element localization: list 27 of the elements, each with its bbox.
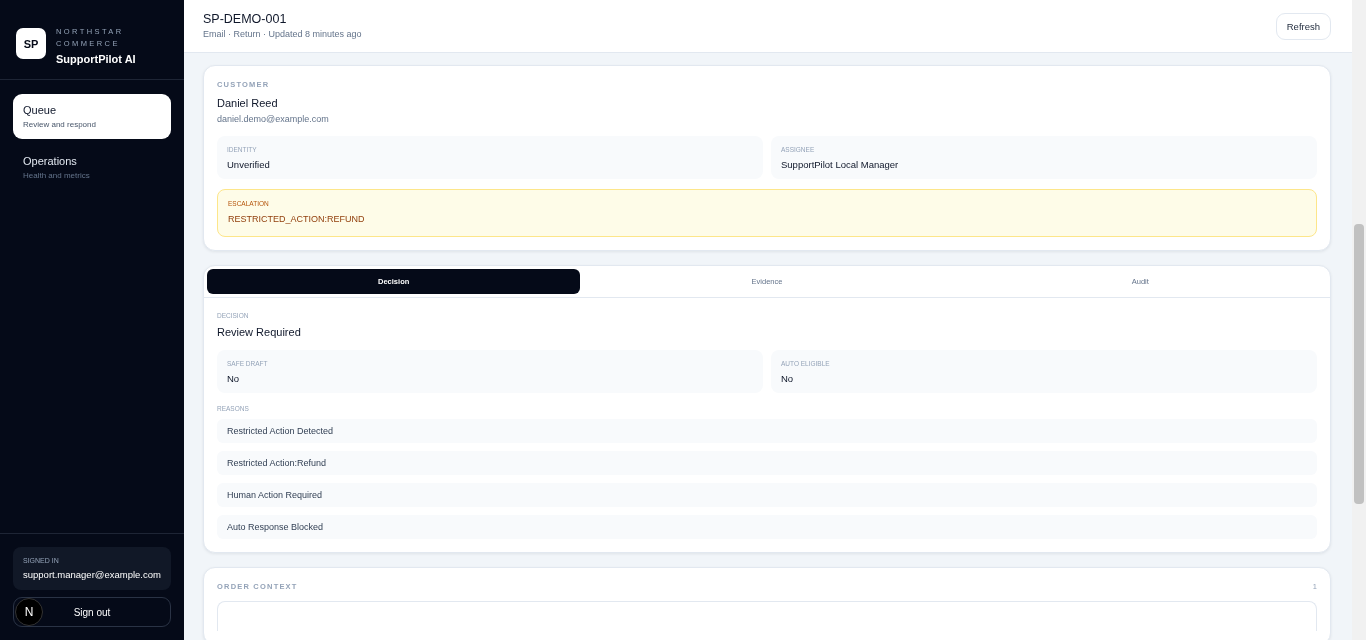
field-value: No <box>227 373 241 384</box>
nav-subtitle: Review and respond <box>23 120 97 129</box>
nav-item[interactable]: Queue Review and respond <box>13 94 171 139</box>
ticket-subtitle: Email · Return · Updated 8 minutes ago <box>203 29 362 39</box>
nav-title: Operations <box>23 155 78 167</box>
reason-item: Auto Response Blocked <box>217 515 1317 539</box>
reason-item: Restricted Action:Refund <box>217 451 1317 475</box>
field-value: SupportPilot Local Manager <box>781 159 900 170</box>
nav-item[interactable]: Operations Health and metrics <box>13 145 171 190</box>
escalation-value: RESTRICTED_ACTION:REFUND <box>228 214 366 224</box>
refresh-button[interactable]: Refresh <box>1275 13 1331 40</box>
nav-subtitle: Health and metrics <box>23 171 91 180</box>
field-value: Unverified <box>227 159 271 170</box>
reason-item: Human Action Required <box>217 483 1317 507</box>
customer-name: Daniel Reed <box>217 97 279 109</box>
customer-email: daniel.demo@example.com <box>217 114 330 124</box>
user-email: support.manager@example.com <box>23 569 161 580</box>
scrollbar[interactable] <box>1352 0 1366 640</box>
decision-value: Review Required <box>217 326 302 338</box>
reason-item: Restricted Action Detected <box>217 419 1317 443</box>
brand-logo: SP <box>16 28 46 59</box>
user-avatar: N <box>15 598 43 626</box>
product-name: SupportPilot AI <box>56 53 136 65</box>
nav-title: Queue <box>23 104 58 116</box>
sign-out-button[interactable]: N Sign out <box>13 597 171 627</box>
field-value: No <box>781 373 795 384</box>
ticket-title: SP-DEMO-001 <box>203 12 288 26</box>
